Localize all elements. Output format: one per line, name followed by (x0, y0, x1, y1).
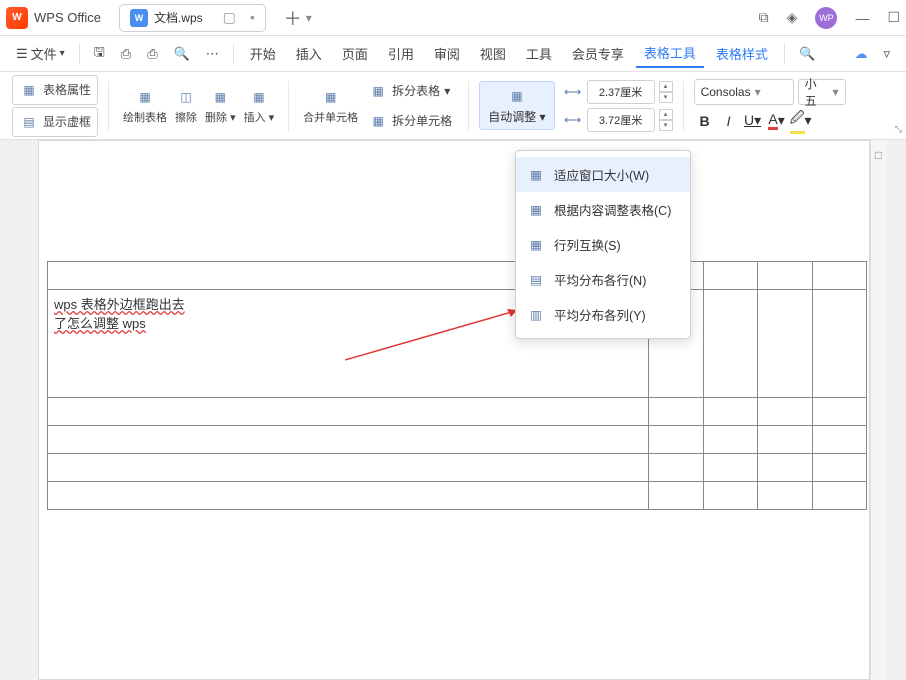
table-props-button[interactable]: ▦表格属性 (12, 75, 98, 105)
merge-icon: ▦ (321, 87, 341, 107)
menu-member[interactable]: 会员专享 (564, 40, 632, 67)
col-width-input[interactable]: ⟷3.72厘米▴▾ (563, 108, 673, 132)
title-bar: W WPS Office W 文档.wps ▢ • ＋ ▾ ⧉ ◈ WP — ☐ (0, 0, 906, 36)
auto-adjust-button[interactable]: ▦ 自动调整 ▾ (479, 81, 554, 130)
dist-cols-icon: ▥ (528, 307, 544, 323)
menu-view[interactable]: 视图 (472, 40, 514, 67)
doc-icon: W (130, 9, 148, 27)
window-minimize-icon[interactable]: — (855, 10, 869, 26)
ribbon: ▦表格属性 ▤显示虚框 ▦绘制表格 ◫擦除 ▦删除 ▾ ▦插入 ▾ ▦合并单元格… (0, 72, 906, 140)
delete-button[interactable]: ▦删除 ▾ (201, 87, 240, 125)
menu-table-tools[interactable]: 表格工具 (636, 39, 704, 68)
collapse-ribbon-icon[interactable]: ▿ (877, 42, 896, 66)
tab-dropdown-icon[interactable]: ▾ (306, 11, 312, 25)
row-height-input[interactable]: ⟷2.37厘米▴▾ (563, 80, 673, 104)
menu-insert[interactable]: 插入 (288, 40, 330, 67)
menu-tools[interactable]: 工具 (518, 40, 560, 67)
bold-button[interactable]: B (694, 109, 716, 133)
italic-button[interactable]: I (718, 109, 740, 133)
cloud-icon[interactable]: ☁ (848, 42, 873, 66)
document-table[interactable]: wps 表格外边框跑出去了怎么调整 wps (47, 261, 867, 510)
cube-icon[interactable]: ◈ (787, 9, 798, 26)
split-cells-button[interactable]: ▦拆分单元格 (362, 107, 458, 135)
underline-button[interactable]: U▾ (742, 109, 764, 133)
more-icon[interactable]: ⋯ (200, 42, 225, 66)
fit-window-icon: ▦ (528, 167, 544, 183)
menu-table-style[interactable]: 表格样式 (708, 40, 776, 67)
split-cells-icon: ▦ (368, 111, 388, 131)
font-name-select[interactable]: Consolas▾ (694, 79, 794, 105)
merge-cells-button: ▦合并单元格 (299, 87, 362, 125)
print-layout-icon[interactable]: ⎙ (115, 42, 137, 66)
document-canvas: wps 表格外边框跑出去了怎么调整 wps □ ⬉ (0, 140, 906, 680)
height-icon: ⟷ (563, 82, 583, 102)
draw-table-icon: ▦ (135, 87, 155, 107)
dropdown-dist-rows[interactable]: ▤平均分布各行(N) (516, 262, 690, 297)
width-icon: ⟷ (563, 110, 583, 130)
window-maximize-icon[interactable]: ☐ (887, 9, 900, 26)
font-color-button[interactable]: A▾ (766, 109, 788, 133)
dropdown-fit-window[interactable]: ▦适应窗口大小(W) (516, 157, 690, 192)
height-down-icon[interactable]: ▾ (659, 92, 673, 103)
highlight-button[interactable]: 🖉▾ (790, 109, 812, 133)
menu-ref[interactable]: 引用 (380, 40, 422, 67)
file-menu[interactable]: ☰ 文件 ▾ (10, 40, 71, 67)
tab-label: 文档.wps (154, 9, 203, 26)
insert-button[interactable]: ▦插入 ▾ (240, 87, 279, 125)
width-down-icon[interactable]: ▾ (659, 120, 673, 131)
new-tab-button[interactable]: ＋ (284, 5, 302, 31)
preview-icon[interactable]: 🔍 (168, 42, 196, 66)
document-page[interactable]: wps 表格外边框跑出去了怎么调整 wps (38, 140, 870, 680)
hamburger-icon: ☰ (16, 46, 28, 62)
insert-icon: ▦ (249, 87, 269, 107)
height-up-icon[interactable]: ▴ (659, 81, 673, 92)
layout-icon[interactable]: ⧉ (759, 9, 769, 26)
draw-table-button[interactable]: ▦绘制表格 (119, 87, 171, 125)
menu-review[interactable]: 审阅 (426, 40, 468, 67)
grid-icon: ▦ (19, 80, 39, 100)
save-icon[interactable]: 🖫 (88, 39, 111, 69)
split-table-icon: ▦ (368, 81, 388, 101)
avatar[interactable]: WP (815, 7, 837, 29)
auto-adjust-icon: ▦ (507, 86, 527, 106)
font-size-select[interactable]: 小五▾ (798, 79, 846, 105)
sidebar-lock-icon[interactable]: □ (875, 148, 882, 162)
swap-icon: ▦ (528, 237, 544, 253)
app-logo: W (6, 7, 28, 29)
eraser-icon: ◫ (176, 87, 196, 107)
fit-content-icon: ▦ (528, 202, 544, 218)
dropdown-swap[interactable]: ▦行列互换(S) (516, 227, 690, 262)
dist-rows-icon: ▤ (528, 272, 544, 288)
tab-close-icon[interactable]: • (250, 9, 255, 26)
menu-page[interactable]: 页面 (334, 40, 376, 67)
gridlines-icon: ▤ (19, 112, 39, 132)
print-icon[interactable]: ⎙ (141, 42, 163, 66)
show-grid-button[interactable]: ▤显示虚框 (12, 107, 98, 137)
search-icon[interactable]: 🔍 (793, 42, 821, 66)
document-tab[interactable]: W 文档.wps ▢ • (119, 4, 266, 32)
dropdown-dist-cols[interactable]: ▥平均分布各列(Y) (516, 297, 690, 332)
dropdown-fit-content[interactable]: ▦根据内容调整表格(C) (516, 192, 690, 227)
width-up-icon[interactable]: ▴ (659, 109, 673, 120)
ribbon-expand-icon[interactable]: ⤡ (895, 124, 902, 135)
right-sidebar: □ (870, 140, 886, 680)
split-table-button[interactable]: ▦拆分表格 ▾ (362, 77, 458, 105)
menu-start[interactable]: 开始 (242, 40, 284, 67)
eraser-button[interactable]: ◫擦除 (171, 87, 201, 125)
tab-minimize-icon[interactable]: ▢ (223, 9, 236, 26)
menu-bar: ☰ 文件 ▾ 🖫 ⎙ ⎙ 🔍 ⋯ 开始 插入 页面 引用 审阅 视图 工具 会员… (0, 36, 906, 72)
chevron-down-icon: ▾ (60, 48, 65, 59)
delete-icon: ▦ (210, 87, 230, 107)
app-name: WPS Office (34, 10, 101, 25)
auto-adjust-dropdown: ▦适应窗口大小(W) ▦根据内容调整表格(C) ▦行列互换(S) ▤平均分布各行… (515, 150, 691, 339)
